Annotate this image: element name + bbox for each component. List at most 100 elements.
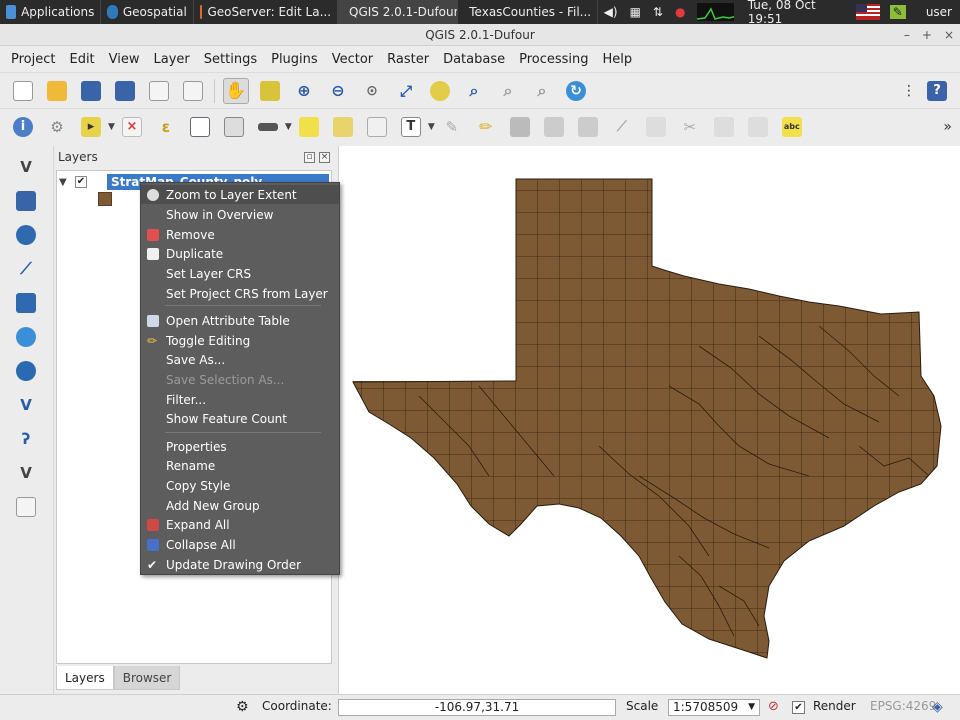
menu-item-properties[interactable]: Properties bbox=[141, 437, 339, 456]
select-dropdown-icon[interactable]: ▼ bbox=[108, 122, 115, 132]
annotation-dropdown-icon[interactable]: ▼ bbox=[428, 122, 435, 132]
menu-item-filter[interactable]: Filter... bbox=[141, 390, 339, 409]
zoom-to-layer-button[interactable]: ⌕ bbox=[461, 78, 487, 104]
texas-counties-map[interactable] bbox=[339, 146, 960, 694]
menu-layer[interactable]: Layer bbox=[147, 52, 197, 67]
network-icon[interactable]: ⇅ bbox=[653, 5, 663, 19]
float-panel-icon[interactable]: ▫ bbox=[304, 151, 315, 163]
menu-item-set-project-crs[interactable]: Set Project CRS from Layer bbox=[141, 284, 339, 303]
applications-menu[interactable]: Applications bbox=[0, 0, 102, 24]
menu-item-expand-all[interactable]: Expand All bbox=[141, 515, 339, 534]
paste-features-button[interactable] bbox=[745, 114, 771, 140]
keyboard-icon[interactable]: ▦ bbox=[630, 5, 641, 19]
geospatial-menu[interactable]: Geospatial bbox=[101, 0, 194, 24]
rotation-icon[interactable]: ⊘ bbox=[768, 699, 779, 714]
zoom-in-button[interactable]: ⊕ bbox=[291, 78, 317, 104]
delete-selected-button[interactable] bbox=[643, 114, 669, 140]
menu-item-zoom-to-layer-extent[interactable]: Zoom to Layer Extent bbox=[141, 185, 339, 204]
menu-item-toggle-editing[interactable]: ✏ Toggle Editing bbox=[141, 331, 339, 350]
messages-icon[interactable]: ◈ bbox=[932, 699, 943, 715]
refresh-button[interactable]: ↻ bbox=[563, 78, 589, 104]
coordinate-toggle-icon[interactable]: ⚙ bbox=[236, 699, 249, 715]
menu-item-open-attribute-table[interactable]: Open Attribute Table bbox=[141, 311, 339, 330]
remove-layer-button[interactable] bbox=[13, 494, 39, 520]
add-mssql-layer-button[interactable] bbox=[13, 290, 39, 316]
new-print-composer-button[interactable] bbox=[146, 78, 172, 104]
add-feature-button[interactable] bbox=[541, 114, 567, 140]
select-features-button[interactable]: ▸ bbox=[78, 114, 104, 140]
label-tool-button[interactable]: abc bbox=[779, 114, 805, 140]
deselect-button[interactable]: × bbox=[119, 114, 145, 140]
menu-item-show-feature-count[interactable]: Show Feature Count bbox=[141, 409, 339, 428]
menu-processing[interactable]: Processing bbox=[512, 52, 595, 67]
new-shapefile-button[interactable]: V bbox=[13, 460, 39, 486]
scale-dropdown-icon[interactable]: ▼ bbox=[748, 700, 755, 715]
close-icon[interactable]: × bbox=[944, 24, 954, 46]
add-postgis-layer-button[interactable] bbox=[13, 222, 39, 248]
zoom-next-button[interactable]: ⌕ bbox=[529, 78, 555, 104]
open-table-button[interactable] bbox=[187, 114, 213, 140]
menu-item-show-in-overview[interactable]: Show in Overview bbox=[141, 205, 339, 224]
zoom-native-button[interactable]: ⊙ bbox=[359, 78, 385, 104]
measure-dropdown-icon[interactable]: ▼ bbox=[285, 122, 292, 132]
map-canvas[interactable] bbox=[338, 146, 960, 694]
user-menu[interactable]: user bbox=[926, 5, 952, 19]
add-vector-layer-button[interactable]: V bbox=[13, 154, 39, 180]
menu-edit[interactable]: Edit bbox=[62, 52, 101, 67]
menu-item-update-drawing-order[interactable]: ✔ Update Drawing Order bbox=[141, 555, 339, 574]
menu-plugins[interactable]: Plugins bbox=[264, 52, 325, 67]
crs-status[interactable]: EPSG:4269 bbox=[870, 699, 936, 713]
new-bookmark-button[interactable] bbox=[330, 114, 356, 140]
tab-layers[interactable]: Layers bbox=[56, 666, 114, 690]
close-panel-icon[interactable]: × bbox=[319, 151, 330, 163]
toggle-editing-button[interactable]: ✏ bbox=[473, 114, 499, 140]
menu-database[interactable]: Database bbox=[436, 52, 512, 67]
measure-line-button[interactable] bbox=[255, 114, 281, 140]
menu-item-duplicate[interactable]: Duplicate bbox=[141, 244, 339, 263]
coordinate-field[interactable]: -106.97,31.71 bbox=[338, 699, 616, 716]
menu-item-collapse-all[interactable]: Collapse All bbox=[141, 535, 339, 554]
composer-manager-button[interactable] bbox=[180, 78, 206, 104]
alert-icon[interactable]: ● bbox=[675, 5, 685, 19]
pan-map-button[interactable]: ✋ bbox=[223, 77, 249, 104]
node-tool-button[interactable]: ⟋ bbox=[609, 114, 635, 140]
menu-raster[interactable]: Raster bbox=[380, 52, 436, 67]
pan-to-selection-button[interactable] bbox=[257, 78, 283, 104]
minimize-icon[interactable]: – bbox=[904, 24, 910, 46]
move-feature-button[interactable] bbox=[575, 114, 601, 140]
menu-item-set-layer-crs[interactable]: Set Layer CRS bbox=[141, 264, 339, 283]
add-wcs-layer-button[interactable] bbox=[13, 358, 39, 384]
menu-item-rename[interactable]: Rename bbox=[141, 456, 339, 475]
edit-icon[interactable]: ✎ bbox=[889, 5, 906, 19]
zoom-last-button[interactable]: ⌕ bbox=[495, 78, 521, 104]
add-spatialite-layer-button[interactable]: ⟋ bbox=[13, 256, 39, 282]
open-project-button[interactable] bbox=[44, 78, 70, 104]
toolbar-more-icon[interactable]: » bbox=[943, 119, 952, 135]
task-qgis[interactable]: QGIS 2.0.1-Dufour bbox=[338, 0, 459, 24]
menu-vector[interactable]: Vector bbox=[325, 52, 380, 67]
task-files[interactable]: TexasCounties - Fil... bbox=[458, 0, 598, 24]
volume-icon[interactable]: ◀) bbox=[604, 5, 618, 19]
text-annotation-button[interactable]: T bbox=[398, 114, 424, 140]
run-feature-action-button[interactable]: ⚙ bbox=[44, 114, 70, 140]
zoom-out-button[interactable]: ⊖ bbox=[325, 78, 351, 104]
clock[interactable]: Tue, 08 Oct 19:51 bbox=[748, 0, 844, 26]
layer-visibility-checkbox[interactable]: ✔ bbox=[75, 176, 87, 188]
menu-help[interactable]: Help bbox=[596, 52, 640, 67]
copy-features-button[interactable] bbox=[711, 114, 737, 140]
zoom-to-selection-button[interactable] bbox=[427, 78, 453, 104]
save-project-button[interactable] bbox=[78, 78, 104, 104]
menu-item-copy-style[interactable]: Copy Style bbox=[141, 476, 339, 495]
save-edits-button[interactable] bbox=[507, 114, 533, 140]
expand-arrow-icon[interactable]: ▼ bbox=[59, 177, 71, 188]
menu-project[interactable]: Project bbox=[4, 52, 62, 67]
menu-settings[interactable]: Settings bbox=[197, 52, 264, 67]
maximize-icon[interactable]: + bbox=[922, 24, 932, 46]
scale-combo[interactable]: 1:5708509 ▼ bbox=[668, 699, 760, 716]
toolbar-overflow-icon[interactable]: ⋮ bbox=[902, 83, 916, 99]
menu-item-save-as[interactable]: Save As... bbox=[141, 350, 339, 369]
tab-browser[interactable]: Browser bbox=[113, 666, 181, 690]
help-button[interactable]: ? bbox=[924, 78, 950, 104]
identify-button[interactable]: i bbox=[10, 114, 36, 140]
add-raster-layer-button[interactable] bbox=[13, 188, 39, 214]
